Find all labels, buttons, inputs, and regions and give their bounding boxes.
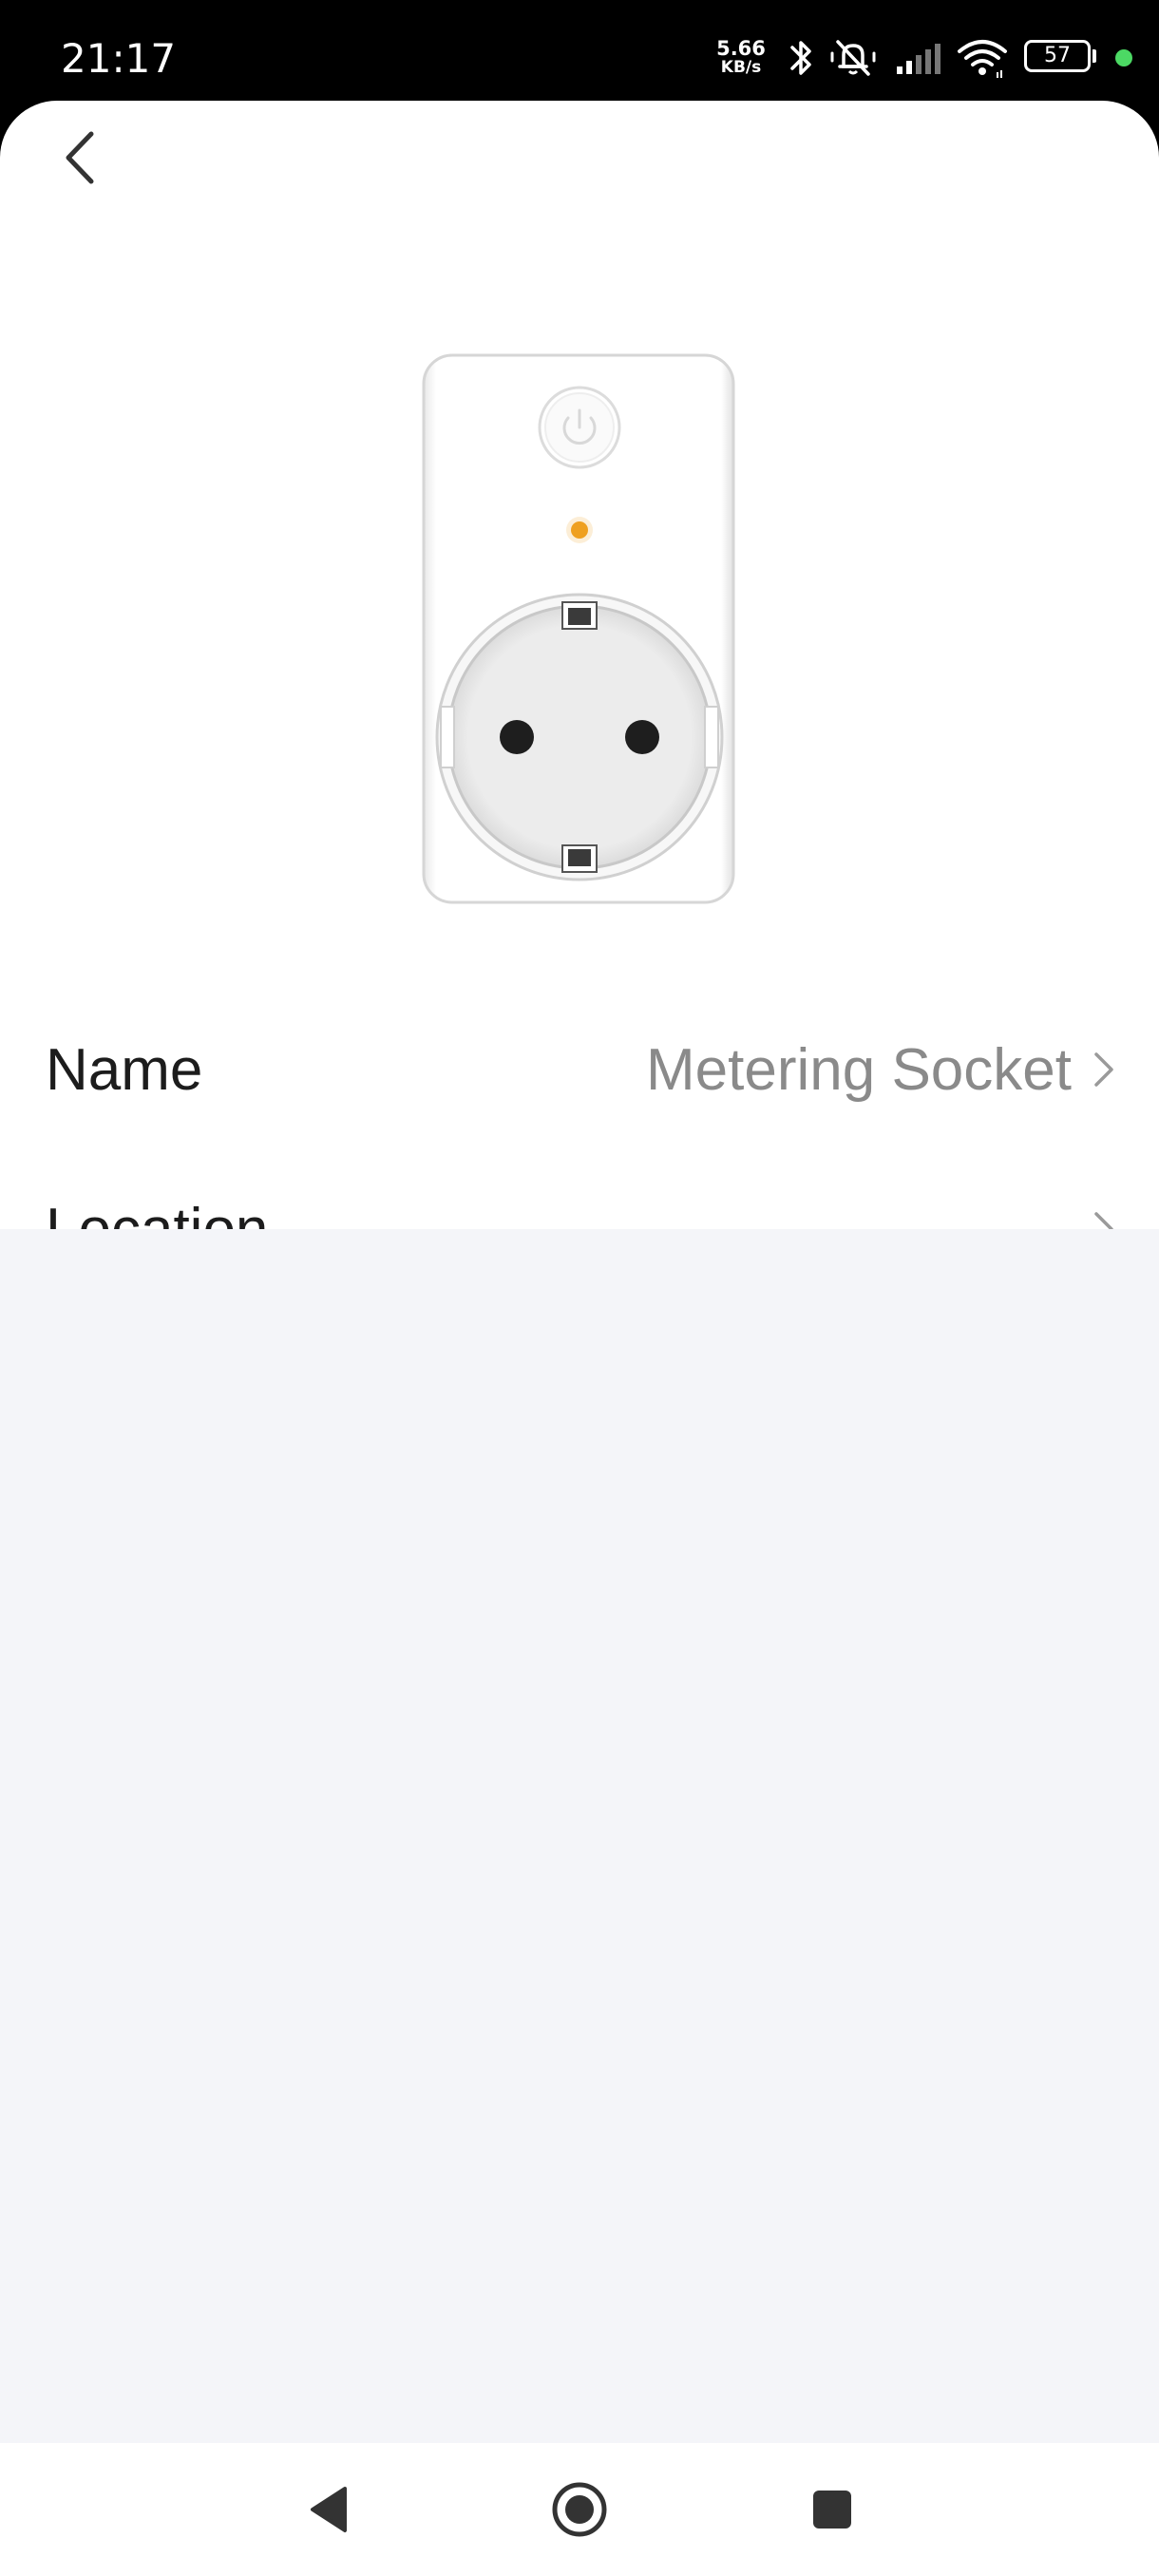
- network-speed: 5.66 KB/s: [712, 38, 770, 76]
- bluetooth-icon: [790, 41, 811, 75]
- name-value: Metering Socket: [646, 1036, 1072, 1103]
- navigation-bar: [0, 2443, 1159, 2576]
- status-time: 21:17: [61, 35, 177, 82]
- smart-plug-illustration: [422, 353, 735, 904]
- network-speed-value: 5.66: [716, 37, 766, 60]
- status-bar: 21:17 5.66 KB/s 57: [0, 0, 1159, 104]
- nav-recents-button[interactable]: [798, 2475, 866, 2544]
- signal-icon: [897, 44, 940, 74]
- back-triangle-icon: [311, 2487, 347, 2532]
- device-settings-sheet: Name Metering Socket Location: [0, 101, 1159, 2443]
- home-circle-icon: [552, 2482, 607, 2537]
- status-icons: 5.66 KB/s 57: [684, 28, 1159, 85]
- empty-content-area: [0, 1229, 1159, 2443]
- nav-home-button[interactable]: [545, 2475, 614, 2544]
- chevron-right-icon: [1094, 1052, 1113, 1087]
- name-label: Name: [46, 1036, 203, 1103]
- nav-back-button[interactable]: [294, 2475, 363, 2544]
- battery-icon: 57: [1024, 40, 1091, 72]
- mute-icon: [830, 40, 876, 76]
- battery-tip: [1092, 49, 1096, 63]
- battery-level: 57: [1044, 44, 1071, 67]
- settings-row-name[interactable]: Name Metering Socket: [0, 990, 1159, 1149]
- wifi-icon: [958, 40, 1007, 78]
- network-speed-unit: KB/s: [720, 58, 762, 77]
- recents-square-icon: [813, 2491, 851, 2529]
- chevron-left-icon: [66, 131, 94, 184]
- back-button[interactable]: [49, 127, 110, 188]
- dot-indicator-icon: [1115, 49, 1132, 66]
